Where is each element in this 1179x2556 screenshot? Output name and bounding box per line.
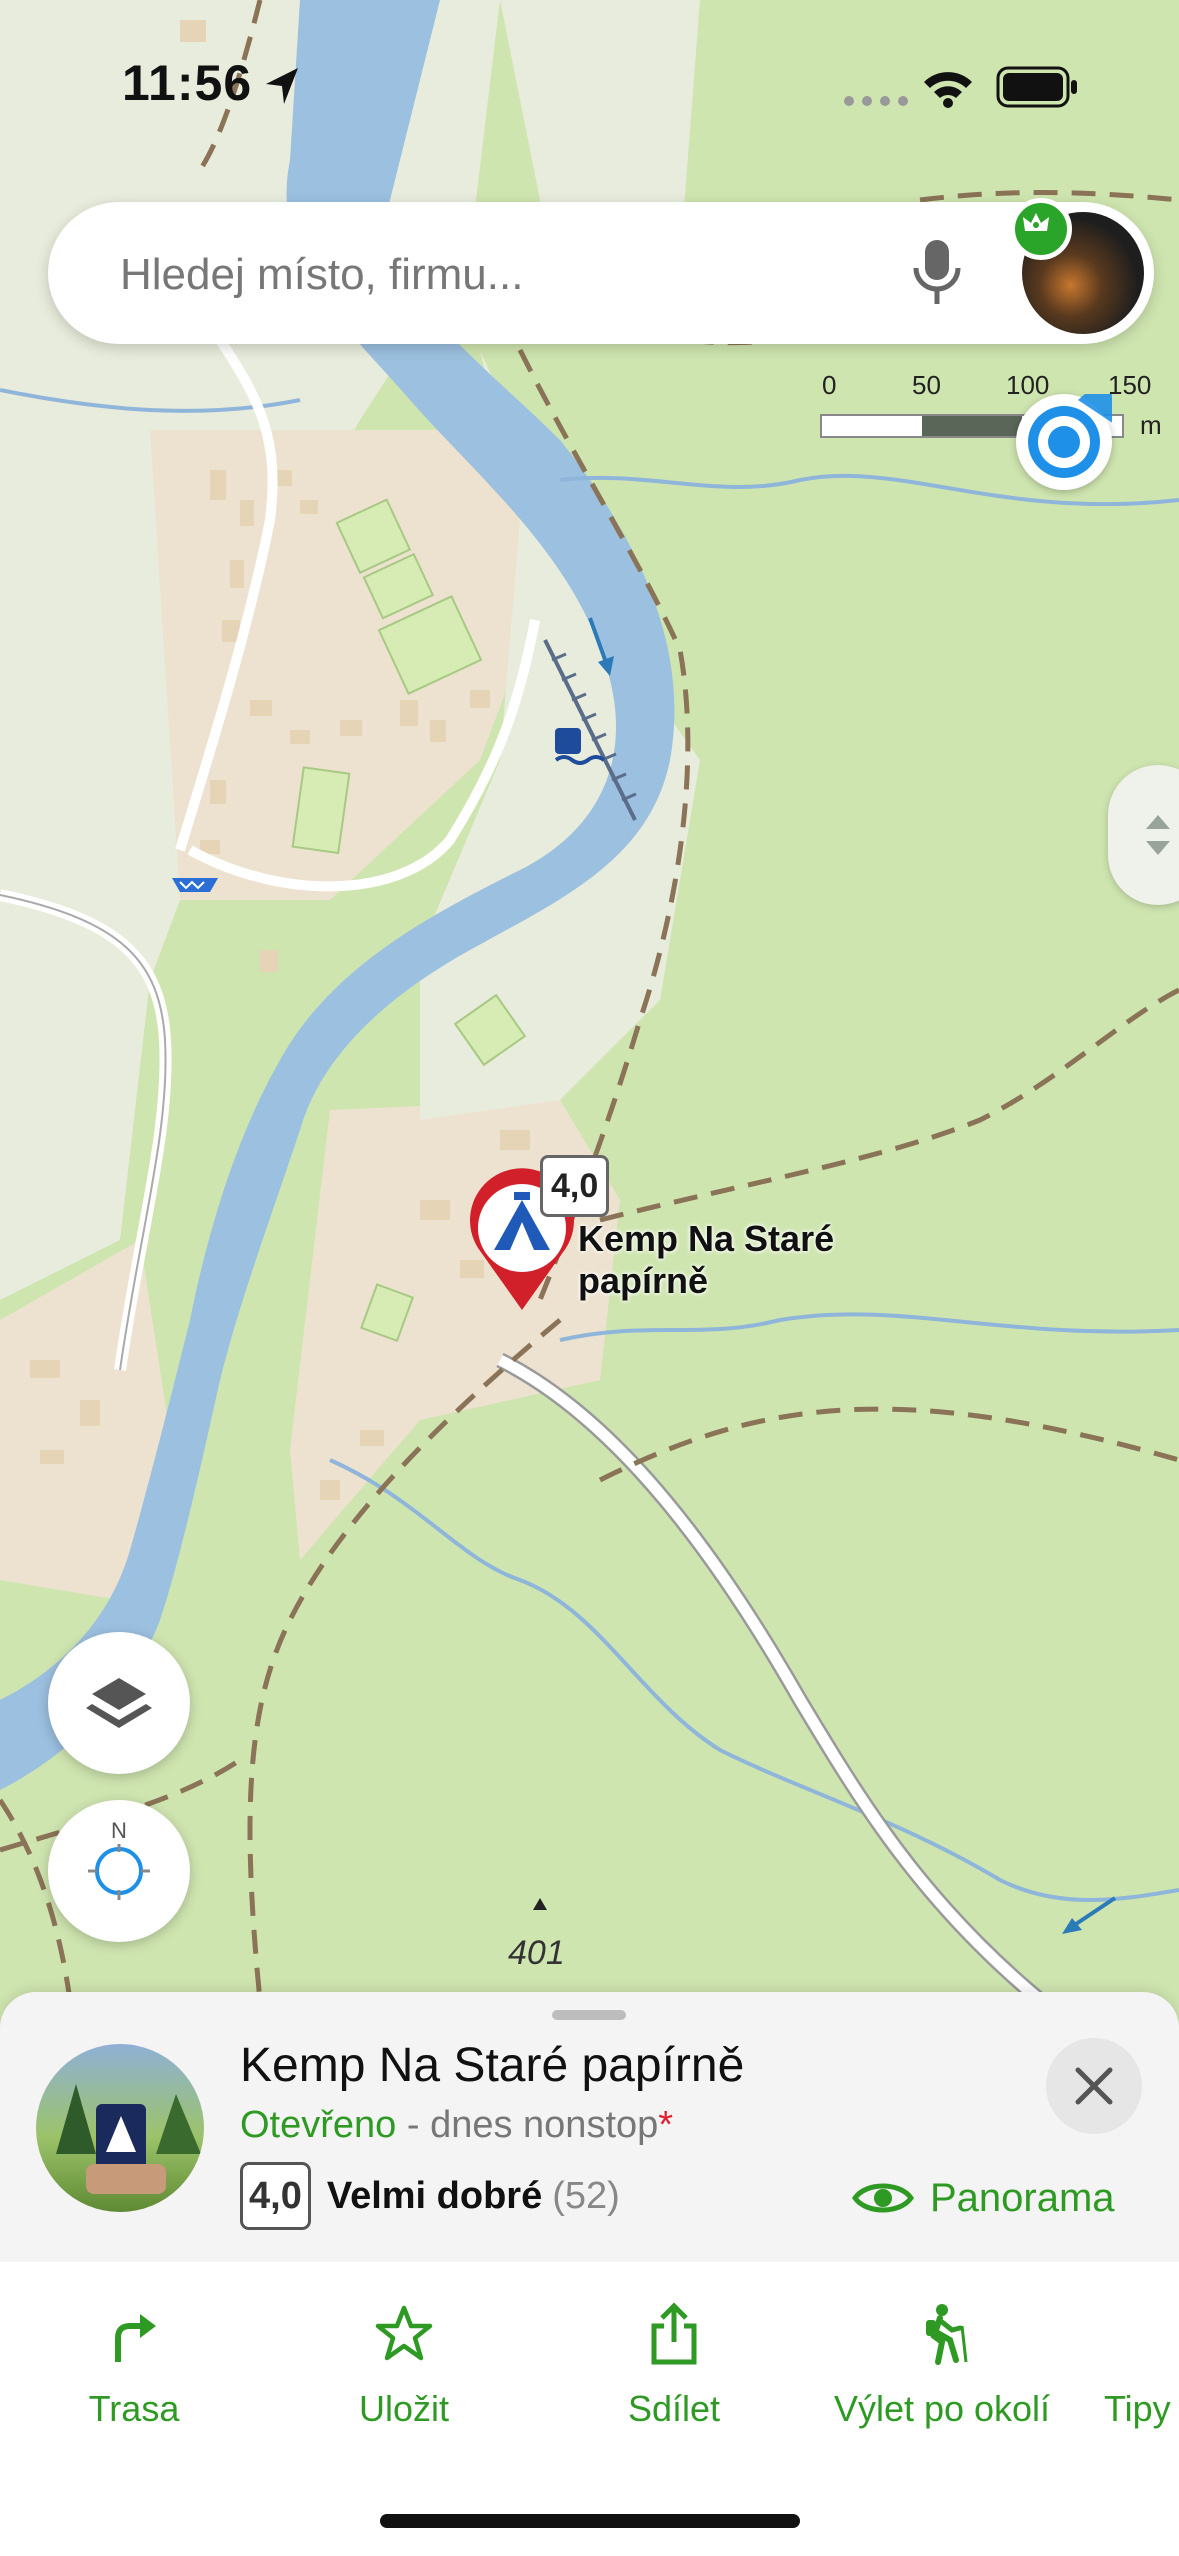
share-label: Sdílet xyxy=(627,2388,721,2429)
rating-value: 4,0 xyxy=(240,2162,311,2230)
map-poi-label[interactable]: Kemp Na Staré papírně xyxy=(578,1218,834,1302)
scale-label-150: 150 xyxy=(1108,370,1152,400)
route-label: Trasa xyxy=(88,2388,180,2429)
search-input[interactable] xyxy=(118,244,922,306)
star-icon xyxy=(375,2305,433,2361)
place-photo[interactable] xyxy=(36,2044,204,2212)
scale-label-0: 0 xyxy=(822,370,837,400)
close-button[interactable] xyxy=(1046,2038,1142,2134)
action-bar: Trasa Uložit Sdílet Výlet po okolí Tipy xyxy=(0,2262,1179,2556)
panorama-label: Panorama xyxy=(930,2175,1115,2220)
rating-word: Velmi dobré xyxy=(326,2174,543,2217)
place-rating[interactable]: 4,0 Velmi dobré (52) xyxy=(240,2160,620,2232)
location-arrow-icon xyxy=(266,68,298,104)
map-poi-name-line2: papírně xyxy=(578,1260,709,1301)
scale-unit: m xyxy=(1140,410,1162,440)
elevation-label: 401 xyxy=(508,1934,565,1972)
compass-icon xyxy=(88,1844,150,1900)
route-button[interactable]: Trasa xyxy=(4,2302,264,2430)
map-poi-name-line1: Kemp Na Staré xyxy=(578,1218,835,1259)
nearby-trip-button[interactable]: Výlet po okolí xyxy=(812,2302,1072,2430)
sheet-grabber[interactable] xyxy=(552,2010,626,2020)
water-station-icon xyxy=(172,878,218,892)
map-layers-button[interactable] xyxy=(48,1632,190,1774)
share-icon xyxy=(651,2302,697,2365)
route-icon xyxy=(115,2314,156,2362)
premium-crown-icon xyxy=(1010,198,1072,260)
signal-dots-icon xyxy=(844,96,908,106)
save-label: Uložit xyxy=(358,2388,450,2429)
save-button[interactable]: Uložit xyxy=(274,2302,534,2430)
rating-count: (52) xyxy=(552,2174,620,2217)
place-title: Kemp Na Staré papírně xyxy=(240,2039,745,2092)
chevron-up-down-icon xyxy=(1146,815,1170,855)
scale-label-50: 50 xyxy=(912,370,941,400)
hours-asterisk: * xyxy=(658,2104,674,2146)
opening-hours: - dnes nonstop xyxy=(396,2104,659,2146)
side-panel-handle[interactable] xyxy=(1108,765,1179,905)
open-status: Otevřeno xyxy=(240,2104,397,2146)
tips-button[interactable]: Tipy xyxy=(1104,2302,1179,2430)
layers-icon xyxy=(86,1678,152,1728)
share-button[interactable]: Sdílet xyxy=(544,2302,804,2430)
close-icon xyxy=(1075,2067,1113,2105)
microphone-icon[interactable] xyxy=(910,238,964,308)
wifi-icon xyxy=(924,72,972,108)
battery-icon xyxy=(996,66,1077,108)
home-indicator[interactable] xyxy=(380,2514,800,2528)
nearby-trip-label: Výlet po okolí xyxy=(833,2388,1051,2429)
search-bar[interactable] xyxy=(48,198,1154,344)
my-location-marker[interactable] xyxy=(1016,394,1112,490)
status-bar: 11:56 xyxy=(0,0,1179,150)
eye-icon xyxy=(852,2183,914,2213)
panorama-button[interactable]: Panorama xyxy=(852,2168,1115,2228)
hiker-icon xyxy=(926,2304,968,2365)
place-opening-status: Otevřeno - dnes nonstop* xyxy=(240,2104,673,2147)
map-poi-rating: 4,0 xyxy=(540,1155,610,1217)
status-time: 11:56 xyxy=(122,55,253,111)
compass-button[interactable]: N xyxy=(48,1800,190,1942)
tips-label: Tipy xyxy=(1104,2388,1171,2429)
